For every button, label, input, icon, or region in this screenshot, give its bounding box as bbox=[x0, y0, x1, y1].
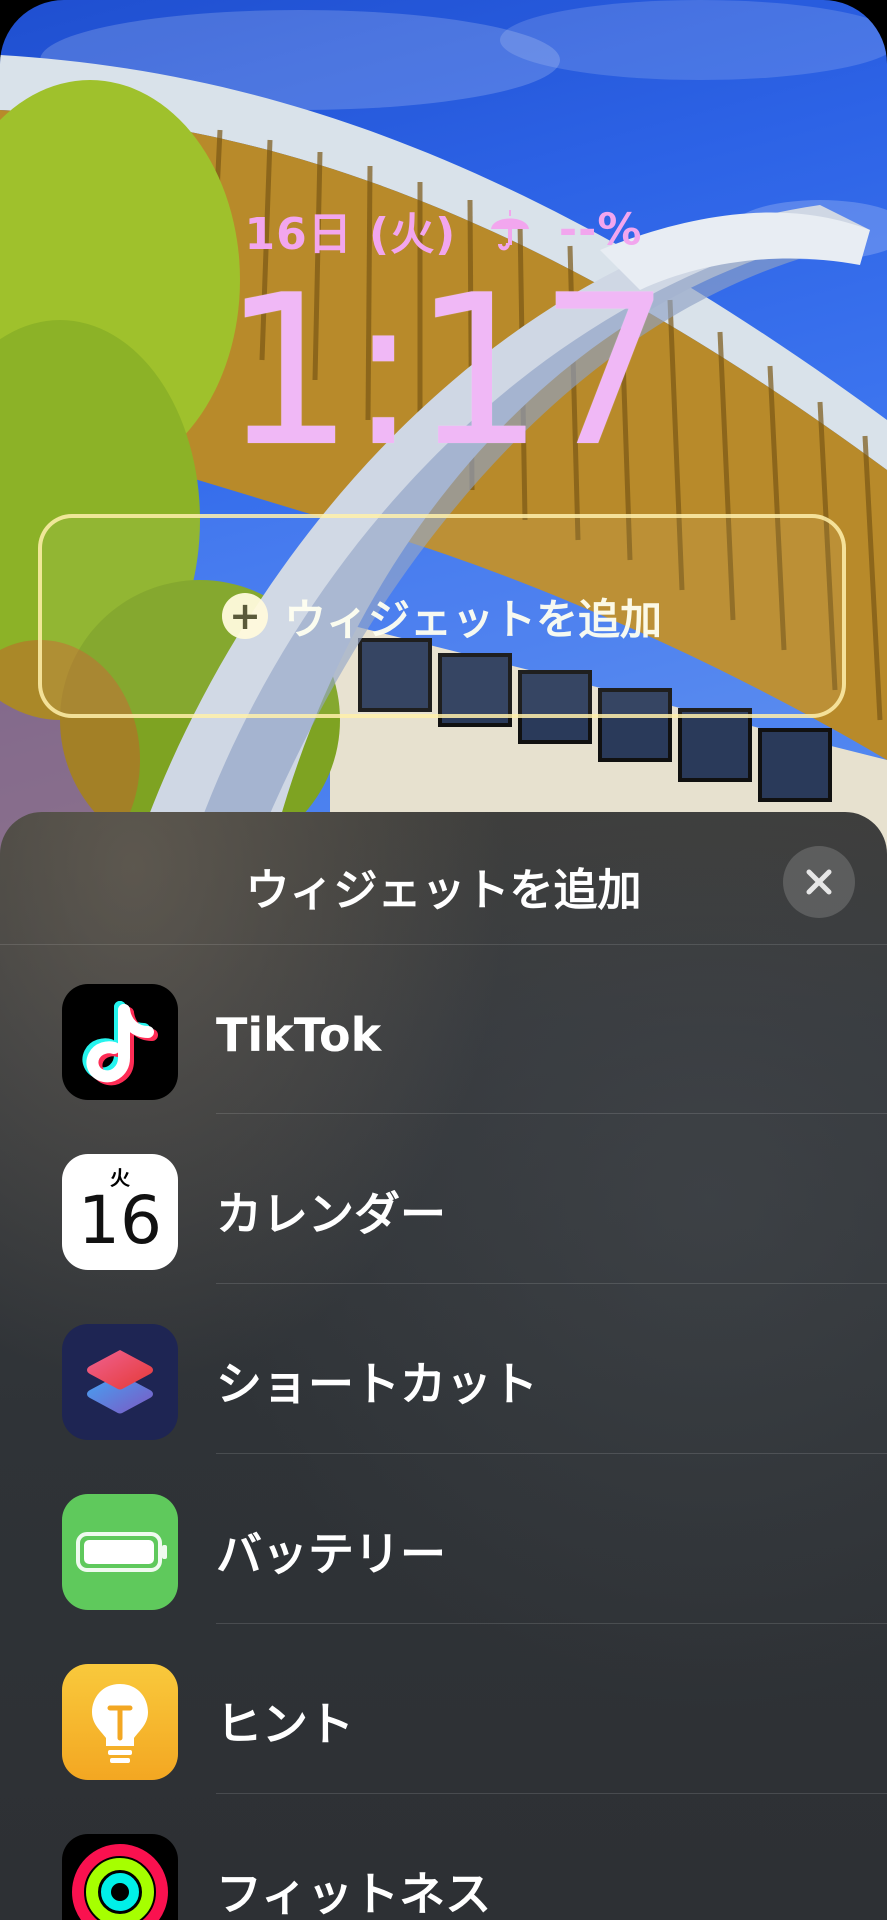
app-name-battery: バッテリー bbox=[216, 1527, 446, 1581]
app-name-fitness: フィットネス bbox=[216, 1867, 492, 1920]
close-icon bbox=[806, 869, 832, 895]
add-widget-slot[interactable]: + ウィジェットを追加 bbox=[38, 514, 846, 718]
app-name-tiktok: TikTok bbox=[216, 1008, 382, 1062]
app-row-battery[interactable]: バッテリー bbox=[0, 1454, 887, 1624]
calendar-icon: 火 16 bbox=[62, 1154, 178, 1270]
app-list: TikTok 火 16 カレンダー ショートカット バッテリー ヒント フィット… bbox=[0, 944, 887, 1920]
lock-time[interactable]: 1:17 bbox=[0, 268, 887, 476]
battery-percent: --% bbox=[558, 204, 643, 256]
umbrella-icon bbox=[490, 210, 529, 251]
shortcuts-icon bbox=[62, 1324, 178, 1440]
lock-screen-editor: 16日 (火) --% 1:17 + ウィジェットを追加 ウィジェットを追加 T… bbox=[0, 0, 887, 1920]
app-row-calendar[interactable]: 火 16 カレンダー bbox=[0, 1114, 887, 1284]
tiktok-icon bbox=[62, 984, 178, 1100]
app-name-shortcuts: ショートカット bbox=[216, 1357, 538, 1411]
app-name-calendar: カレンダー bbox=[216, 1187, 446, 1241]
battery-icon bbox=[62, 1494, 178, 1610]
calendar-icon-date: 16 bbox=[78, 1182, 162, 1259]
add-widget-sheet: ウィジェットを追加 TikTok 火 16 カレンダー ショートカット バッテリ… bbox=[0, 812, 887, 1920]
app-row-shortcuts[interactable]: ショートカット bbox=[0, 1284, 887, 1454]
sheet-header: ウィジェットを追加 bbox=[0, 812, 887, 945]
close-button[interactable] bbox=[783, 846, 855, 918]
fitness-icon bbox=[62, 1834, 178, 1920]
app-row-tiktok[interactable]: TikTok bbox=[0, 944, 887, 1114]
tips-icon bbox=[62, 1664, 178, 1780]
app-name-tips: ヒント bbox=[216, 1697, 354, 1751]
app-row-tips[interactable]: ヒント bbox=[0, 1624, 887, 1794]
sheet-title: ウィジェットを追加 bbox=[245, 865, 642, 916]
app-row-fitness[interactable]: フィットネス bbox=[0, 1794, 887, 1920]
plus-icon: + bbox=[221, 593, 268, 639]
add-widget-slot-label: ウィジェットを追加 bbox=[283, 594, 662, 644]
